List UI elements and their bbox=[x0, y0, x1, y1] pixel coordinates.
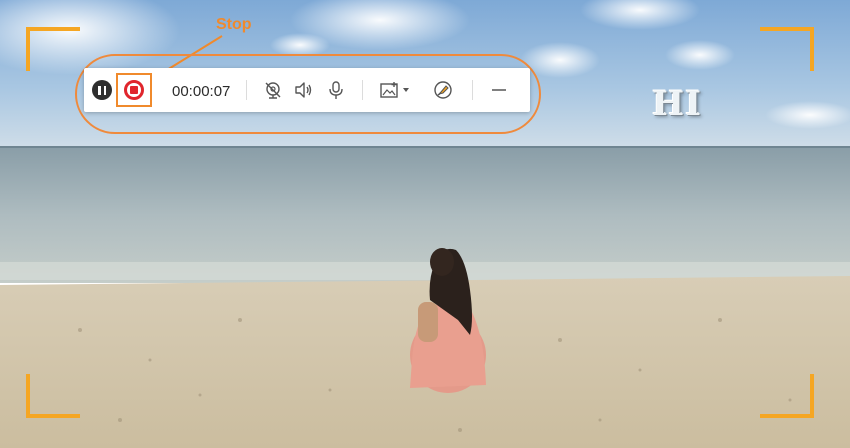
stop-button[interactable] bbox=[116, 73, 152, 107]
recording-timer: 00:00:07 bbox=[172, 83, 231, 100]
toolbar-divider bbox=[472, 80, 473, 100]
screenshot-dropdown-button[interactable] bbox=[378, 79, 414, 101]
screenshot-dropdown-icon bbox=[380, 82, 409, 98]
toolbar-divider bbox=[246, 80, 247, 100]
toolbar-divider bbox=[362, 80, 363, 100]
minimize-icon bbox=[492, 89, 506, 91]
recording-toolbar: 00:00:07 bbox=[84, 68, 530, 112]
microphone-icon bbox=[329, 81, 343, 99]
stop-icon bbox=[124, 80, 144, 100]
webcam-button[interactable] bbox=[262, 79, 284, 101]
annotate-button[interactable] bbox=[432, 79, 454, 101]
frame-corner-top-left bbox=[26, 27, 80, 71]
webcam-off-icon bbox=[265, 82, 281, 99]
pause-icon bbox=[98, 85, 101, 95]
pen-icon bbox=[434, 81, 452, 99]
speaker-button[interactable] bbox=[292, 79, 314, 101]
microphone-button[interactable] bbox=[326, 79, 346, 101]
pause-button[interactable] bbox=[92, 80, 112, 100]
frame-corner-bottom-left bbox=[26, 374, 80, 418]
video-caption: HI bbox=[652, 84, 703, 124]
frame-corner-top-right bbox=[760, 27, 814, 71]
stop-callout-label: Stop bbox=[216, 16, 252, 33]
minimize-button[interactable] bbox=[488, 79, 510, 101]
speaker-icon bbox=[295, 82, 312, 98]
frame-corner-bottom-right bbox=[760, 374, 814, 418]
